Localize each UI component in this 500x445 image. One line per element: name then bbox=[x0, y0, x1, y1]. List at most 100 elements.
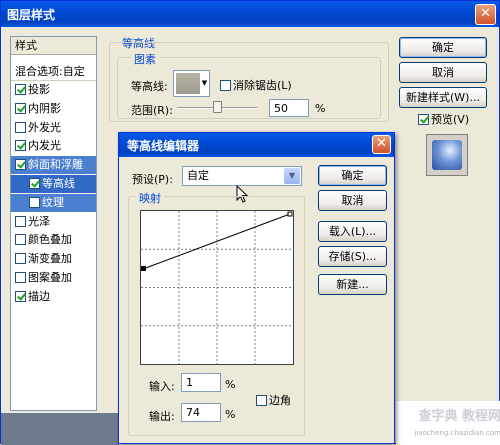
save-button[interactable]: 存储(S)... bbox=[318, 246, 387, 267]
load-label: 载入(L)... bbox=[328, 225, 377, 238]
main-title-text: 图层样式 bbox=[7, 8, 56, 22]
save-label: 存储(S)... bbox=[328, 250, 377, 263]
style-item-3[interactable]: 内发光 bbox=[11, 137, 96, 155]
style-item-checkbox[interactable] bbox=[29, 196, 40, 208]
output-field[interactable]: 74 bbox=[181, 403, 221, 422]
style-item-0[interactable]: 投影 bbox=[11, 81, 96, 99]
style-item-7[interactable]: 光泽 bbox=[11, 213, 96, 231]
elements-group-title: 图素 bbox=[131, 51, 159, 67]
style-item-checkbox[interactable] bbox=[15, 159, 26, 171]
style-item-4[interactable]: 斜面和浮雕 bbox=[11, 156, 96, 175]
style-item-label: 内发光 bbox=[28, 139, 61, 153]
style-item-1[interactable]: 内阴影 bbox=[11, 100, 96, 118]
styles-list: 样式 混合选项:自定 投影内阴影外发光内发光斜面和浮雕等高线纹理光泽颜色叠加渐变… bbox=[10, 36, 97, 411]
range-unit: % bbox=[315, 102, 326, 115]
antialias-checkbox[interactable]: 消除锯齿(L) bbox=[220, 77, 292, 93]
mapping-group-title: 映射 bbox=[136, 190, 164, 206]
corner-checkbox[interactable]: 边角 bbox=[256, 392, 291, 408]
editor-title-text: 等高线编辑器 bbox=[127, 139, 200, 153]
input-value: 1 bbox=[186, 376, 193, 389]
corner-checkbox-box[interactable] bbox=[256, 395, 267, 406]
editor-titlebar[interactable]: 等高线编辑器 bbox=[119, 133, 394, 157]
editor-ok-label: 确定 bbox=[341, 169, 364, 182]
chevron-down-icon[interactable]: ▼ bbox=[201, 73, 208, 94]
contour-editor-dialog: 等高线编辑器 ✕ 预设(P): 自定 ▼ 映射 输入: 1 % 边角 输出: 7… bbox=[118, 132, 395, 444]
input-field[interactable]: 1 bbox=[181, 373, 221, 392]
ok-button[interactable]: 确定 bbox=[399, 37, 487, 58]
style-item-checkbox[interactable] bbox=[15, 84, 26, 95]
load-button[interactable]: 载入(L)... bbox=[318, 221, 387, 242]
watermark-text: 查字典 教程网 bbox=[418, 409, 500, 424]
style-item-checkbox[interactable] bbox=[15, 234, 26, 246]
contour-picker[interactable]: ▼ bbox=[173, 70, 210, 97]
style-item-8[interactable]: 颜色叠加 bbox=[11, 231, 96, 249]
blend-options-item[interactable]: 混合选项:自定 bbox=[11, 63, 96, 81]
preset-value: 自定 bbox=[187, 169, 209, 182]
elements-group-label: 图素 bbox=[131, 53, 159, 66]
style-item-checkbox[interactable] bbox=[29, 178, 40, 189]
output-unit: % bbox=[225, 408, 236, 421]
new-style-label: 新建样式(W)... bbox=[406, 91, 480, 104]
output-value: 74 bbox=[186, 406, 200, 419]
style-item-checkbox[interactable] bbox=[15, 272, 26, 283]
curve-svg[interactable] bbox=[141, 211, 293, 364]
style-item-checkbox[interactable] bbox=[15, 215, 26, 227]
preview-checkbox[interactable]: 预览(V) bbox=[418, 111, 469, 127]
style-item-label: 渐变叠加 bbox=[28, 252, 72, 266]
style-item-label: 颜色叠加 bbox=[28, 233, 72, 247]
bottom-strip bbox=[1, 413, 119, 445]
style-item-5[interactable]: 等高线 bbox=[11, 175, 96, 193]
styles-header-label: 样式 bbox=[15, 39, 37, 52]
style-item-11[interactable]: 描边 bbox=[11, 288, 96, 306]
close-icon: ✕ bbox=[480, 6, 491, 21]
style-item-label: 纹理 bbox=[42, 195, 64, 209]
editor-ok-button[interactable]: 确定 bbox=[318, 165, 387, 186]
new-button[interactable]: 新建... bbox=[318, 274, 387, 295]
antialias-checkbox-box[interactable] bbox=[220, 80, 231, 91]
editor-close-button[interactable]: ✕ bbox=[372, 135, 391, 154]
contour-thumbnail bbox=[176, 73, 200, 94]
preview-checkbox-box[interactable] bbox=[418, 114, 429, 125]
corner-label: 边角 bbox=[269, 394, 291, 407]
preview-swatch bbox=[432, 140, 462, 170]
new-style-button[interactable]: 新建样式(W)... bbox=[399, 87, 487, 108]
editor-cancel-button[interactable]: 取消 bbox=[318, 190, 387, 211]
preset-select[interactable]: 自定 ▼ bbox=[182, 166, 302, 186]
curve-point-end[interactable] bbox=[287, 211, 293, 217]
style-item-checkbox[interactable] bbox=[15, 140, 26, 152]
style-item-checkbox[interactable] bbox=[15, 121, 26, 133]
main-titlebar[interactable]: 图层样式 bbox=[1, 1, 499, 27]
preview-thumbnail bbox=[426, 134, 468, 176]
main-close-button[interactable]: ✕ bbox=[475, 4, 496, 25]
style-item-9[interactable]: 渐变叠加 bbox=[11, 250, 96, 268]
contour-label: 等高线: bbox=[131, 80, 168, 93]
curve-graph[interactable] bbox=[140, 210, 294, 365]
style-item-checkbox[interactable] bbox=[15, 253, 26, 265]
style-item-label: 内阴影 bbox=[28, 101, 61, 115]
style-item-checkbox[interactable] bbox=[15, 102, 26, 114]
style-item-2[interactable]: 外发光 bbox=[11, 119, 96, 137]
watermark-url: jiaocheng.chazidian.com bbox=[414, 429, 500, 437]
ok-label: 确定 bbox=[432, 41, 454, 54]
editor-cancel-label: 取消 bbox=[341, 194, 364, 207]
range-slider-thumb[interactable] bbox=[213, 101, 222, 113]
range-input[interactable]: 50 bbox=[269, 99, 309, 117]
curve-point-start[interactable] bbox=[141, 266, 146, 271]
close-icon: ✕ bbox=[376, 136, 387, 151]
preset-label: 预设(P): bbox=[132, 173, 173, 186]
style-item-10[interactable]: 图案叠加 bbox=[11, 269, 96, 287]
input-unit: % bbox=[225, 378, 236, 391]
chevron-down-icon[interactable]: ▼ bbox=[284, 168, 300, 184]
style-item-label: 斜面和浮雕 bbox=[28, 158, 83, 172]
style-item-checkbox[interactable] bbox=[15, 290, 26, 302]
new-label: 新建... bbox=[336, 278, 369, 291]
mapping-label: 映射 bbox=[136, 192, 164, 205]
style-item-label: 等高线 bbox=[42, 177, 75, 190]
output-label: 输出: bbox=[149, 410, 175, 423]
style-item-6[interactable]: 纹理 bbox=[11, 193, 96, 212]
style-item-label: 光泽 bbox=[28, 214, 50, 228]
range-label: 范围(R): bbox=[131, 104, 173, 117]
cancel-label: 取消 bbox=[432, 66, 454, 79]
styles-list-header[interactable]: 样式 bbox=[11, 37, 96, 55]
cancel-button[interactable]: 取消 bbox=[399, 62, 487, 83]
